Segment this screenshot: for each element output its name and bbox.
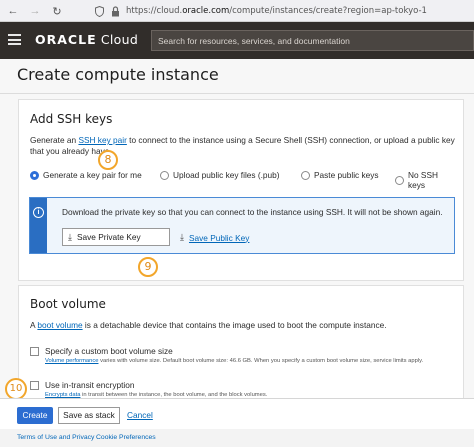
info-icon: i — [33, 207, 44, 218]
url-path: /compute/instances/create?region=ap-toky… — [229, 6, 427, 16]
shield-icon[interactable] — [92, 4, 106, 18]
download-icon: ⤓ — [68, 231, 72, 242]
search-input[interactable]: Search for resources, services, and docu… — [151, 30, 474, 51]
page-title: Create compute instance — [17, 65, 219, 84]
volume-performance-link[interactable]: Volume performance — [45, 358, 99, 364]
ssh-keys-description: Generate an SSH key pair to connect to t… — [30, 135, 455, 156]
radio-icon[interactable] — [301, 170, 310, 180]
form-footer: Create Save as stack Cancel — [0, 398, 474, 429]
custom-boot-size-help: Volume performance varies with volume si… — [45, 358, 424, 364]
radio-selected-icon[interactable] — [30, 170, 39, 180]
info-strip: i — [30, 198, 47, 253]
forward-icon[interactable]: → — [28, 4, 42, 18]
cookie-preferences-link[interactable]: Cookie Preferences — [96, 434, 156, 441]
ssh-keys-section: Add SSH keys Generate an SSH key pair to… — [18, 99, 464, 281]
ssh-key-options: Generate a key pair for me Upload public… — [30, 170, 455, 190]
boot-volume-title: Boot volume — [30, 297, 106, 311]
download-icon: ⤓ — [180, 232, 184, 242]
save-private-key-button[interactable]: ⤓ Save Private Key — [62, 228, 170, 246]
save-as-stack-button[interactable]: Save as stack — [58, 407, 120, 424]
in-transit-encryption-checkbox-row[interactable]: Use in-transit encryption — [30, 380, 134, 390]
boot-volume-link[interactable]: boot volume — [37, 320, 82, 330]
step-marker-10: 10 — [5, 378, 27, 400]
page-body: Create compute instance Add SSH keys Gen… — [0, 59, 474, 447]
url-prefix: https://cloud. — [126, 6, 183, 16]
step-marker-9: 9 — [138, 257, 158, 277]
oracle-cloud-logo[interactable]: ORACLE Cloud — [35, 32, 138, 47]
legal-footer: Terms of Use and Privacy Cookie Preferen… — [0, 429, 474, 447]
radio-upload-public-key[interactable]: Upload public key files (.pub) — [160, 170, 280, 180]
in-transit-encryption-label: Use in-transit encryption — [45, 380, 135, 390]
radio-no-ssh-keys[interactable]: No SSH keys — [395, 170, 455, 190]
radio-paste-public-keys[interactable]: Paste public keys — [301, 170, 379, 180]
radio-icon[interactable] — [160, 170, 169, 180]
cancel-link[interactable]: Cancel — [127, 410, 153, 420]
ssh-keys-title: Add SSH keys — [30, 112, 113, 126]
custom-boot-size-checkbox-row[interactable]: Specify a custom boot volume size — [30, 346, 173, 356]
app-header: ORACLE Cloud Search for resources, servi… — [0, 22, 474, 59]
custom-boot-size-label: Specify a custom boot volume size — [45, 346, 173, 356]
in-transit-encryption-checkbox[interactable] — [30, 381, 39, 390]
save-public-key-link[interactable]: ⤓ Save Public Key — [180, 232, 249, 243]
ssh-key-pair-link[interactable]: SSH key pair — [78, 135, 126, 145]
title-divider — [0, 93, 474, 94]
private-key-info-panel: i Download the private key so that you c… — [29, 197, 455, 254]
lock-icon[interactable] — [108, 4, 122, 18]
url-host: oracle.com — [182, 6, 230, 16]
back-icon[interactable]: ← — [6, 4, 20, 18]
step-marker-8: 8 — [98, 150, 118, 170]
url-bar[interactable]: https://cloud. oracle.com/compute/instanc… — [126, 3, 470, 19]
boot-volume-description: A boot volume is a detachable device tha… — [30, 320, 387, 330]
create-button[interactable]: Create — [17, 407, 53, 424]
terms-link[interactable]: Terms of Use and Privacy — [17, 434, 94, 441]
info-message: Download the private key so that you can… — [62, 207, 443, 217]
radio-icon[interactable] — [395, 175, 404, 185]
browser-toolbar: ← → ↻ https://cloud. oracle.com/compute/i… — [0, 0, 474, 22]
radio-generate-key-pair[interactable]: Generate a key pair for me — [30, 170, 142, 180]
custom-boot-size-checkbox[interactable] — [30, 347, 39, 356]
menu-icon[interactable] — [8, 34, 21, 45]
reload-icon[interactable]: ↻ — [50, 4, 64, 18]
